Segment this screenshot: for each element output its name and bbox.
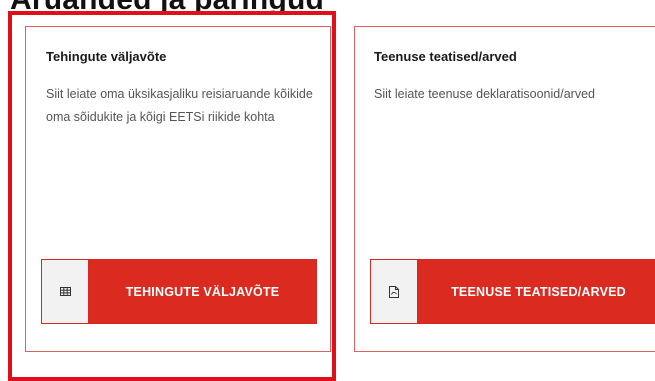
service-notices-invoices-button[interactable]: TEENUSE TEATISED/ARVED (370, 259, 655, 324)
card-service-notices-invoices: Teenuse teatised/arved Siit leiate teenu… (354, 26, 655, 352)
transaction-statement-button[interactable]: TEHINGUTE VÄLJAVÕTE (41, 259, 317, 324)
card-title: Tehingute väljavõte (46, 49, 167, 64)
pdf-document-icon (371, 260, 418, 323)
card-description: Siit leiate teenuse deklaratisoonid/arve… (374, 87, 595, 101)
card-transaction-statement: Tehingute väljavõte Siit leiate oma üksi… (25, 26, 331, 352)
card-title: Teenuse teatised/arved (374, 49, 517, 64)
card-description: Siit leiate oma üksikasjaliku reisiaruan… (46, 87, 313, 124)
table-icon (42, 260, 89, 323)
button-label: TEENUSE TEATISED/ARVED (451, 284, 626, 299)
button-label: TEHINGUTE VÄLJAVÕTE (125, 284, 280, 299)
